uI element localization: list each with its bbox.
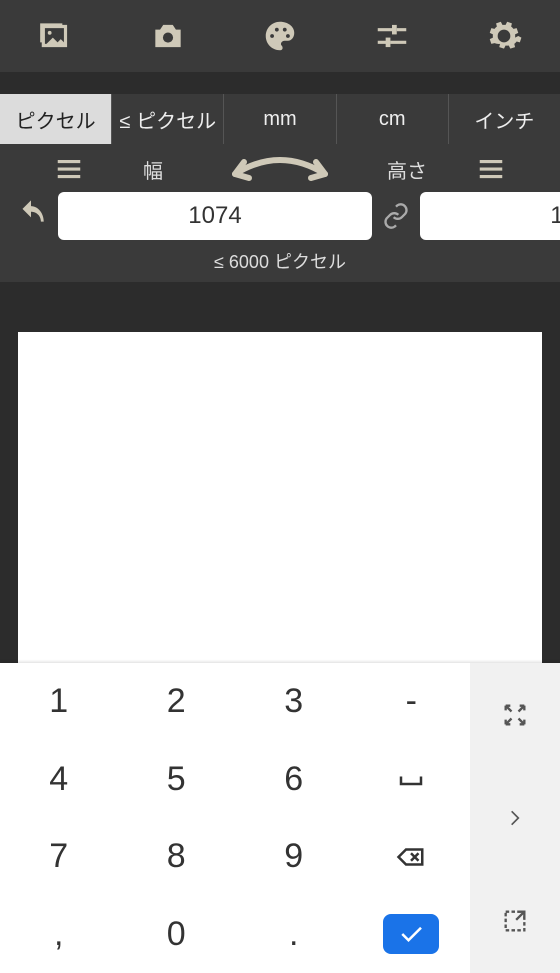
unit-tab-lte-pixel[interactable]: ≤ ピクセル	[112, 94, 224, 144]
unit-label: ピクセル	[16, 105, 96, 134]
toolbar-strip	[0, 72, 560, 94]
expand-button[interactable]	[470, 870, 560, 973]
menu-icon	[54, 154, 84, 184]
width-label: 幅	[86, 155, 220, 184]
palette-icon	[261, 17, 299, 55]
swap-icon	[220, 154, 340, 184]
unit-label: インチ	[474, 105, 534, 134]
undo-icon	[14, 199, 48, 233]
undo-button[interactable]	[14, 199, 48, 233]
settings-button[interactable]	[480, 12, 528, 60]
space-icon	[396, 764, 426, 794]
size-hint: ≤ 6000 ピクセル	[0, 248, 560, 274]
unit-tabs: ピクセル ≤ ピクセル mm cm インチ	[0, 94, 560, 144]
canvas-area	[0, 282, 560, 663]
key-3[interactable]: 3	[235, 663, 353, 741]
width-input[interactable]	[58, 192, 372, 240]
key-6[interactable]: 6	[235, 741, 353, 819]
unit-label: cm	[379, 108, 406, 131]
unit-tab-inch[interactable]: インチ	[449, 94, 560, 144]
key-9[interactable]: 9	[235, 818, 353, 896]
key-comma[interactable]: ,	[0, 896, 118, 973]
gallery-icon	[37, 17, 75, 55]
unit-tab-cm[interactable]: cm	[337, 94, 449, 144]
key-confirm[interactable]	[353, 896, 471, 973]
key-0[interactable]: 0	[118, 896, 236, 973]
link-icon	[382, 202, 410, 230]
backspace-icon	[396, 842, 426, 872]
key-period[interactable]: .	[235, 896, 353, 973]
menu-icon	[476, 154, 506, 184]
top-toolbar	[0, 0, 560, 72]
collapse-keyboard-button[interactable]	[470, 663, 560, 766]
camera-icon	[149, 17, 187, 55]
numeric-keyboard: 1 2 3 - 4 5 6 7 8 9 , 0 .	[0, 663, 560, 973]
swap-button[interactable]	[220, 154, 340, 184]
key-dash[interactable]: -	[353, 663, 471, 741]
drag-handle-left[interactable]	[52, 154, 86, 184]
key-space[interactable]	[353, 741, 471, 819]
key-7[interactable]: 7	[0, 818, 118, 896]
key-backspace[interactable]	[353, 818, 471, 896]
aspect-lock-button[interactable]	[382, 202, 410, 230]
gear-icon	[485, 17, 523, 55]
canvas[interactable]	[18, 332, 542, 663]
key-8[interactable]: 8	[118, 818, 236, 896]
sliders-icon	[373, 17, 411, 55]
unit-tab-pixel[interactable]: ピクセル	[0, 94, 112, 144]
key-4[interactable]: 4	[0, 741, 118, 819]
size-panel: 幅 高さ ≤ 6000 ピクセル	[0, 144, 560, 282]
unit-tab-mm[interactable]: mm	[224, 94, 336, 144]
palette-button[interactable]	[256, 12, 304, 60]
sliders-button[interactable]	[368, 12, 416, 60]
next-field-button[interactable]	[470, 766, 560, 869]
key-5[interactable]: 5	[118, 741, 236, 819]
key-1[interactable]: 1	[0, 663, 118, 741]
camera-button[interactable]	[144, 12, 192, 60]
key-2[interactable]: 2	[118, 663, 236, 741]
check-icon	[396, 919, 426, 949]
chevron-right-icon	[505, 803, 525, 833]
drag-handle-right[interactable]	[474, 154, 508, 184]
unit-label: ≤ ピクセル	[120, 105, 217, 134]
gallery-button[interactable]	[32, 12, 80, 60]
collapse-icon	[501, 701, 529, 729]
height-label: 高さ	[340, 155, 474, 184]
unit-label: mm	[263, 108, 296, 131]
height-input[interactable]	[420, 192, 560, 240]
expand-icon	[501, 907, 529, 935]
